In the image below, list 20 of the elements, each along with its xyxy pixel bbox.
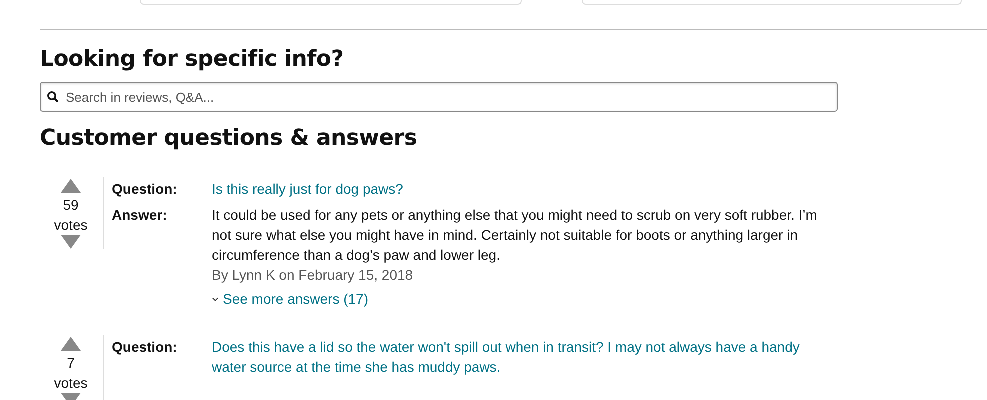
- vote-count: 7: [67, 354, 75, 373]
- section-heading: Looking for specific info?: [40, 46, 345, 74]
- see-more-answers-link[interactable]: See more answers (17): [212, 289, 369, 309]
- upvote-icon[interactable]: [61, 179, 81, 193]
- question-link[interactable]: Does this have a lid so the water won't spill out when in transit? I may not always have a handy water source at the time she has muddy paws.: [212, 337, 812, 377]
- question-label: Question:: [112, 338, 178, 357]
- chevron-icon: [212, 296, 219, 302]
- section-heading: Customer questions & answers: [40, 125, 418, 153]
- question-link[interactable]: Is this really just for dog paws?: [212, 179, 812, 199]
- search-field[interactable]: Search in reviews, Q&A...: [40, 82, 838, 112]
- votes-label: votes: [54, 216, 88, 235]
- question-label: Question:: [112, 180, 178, 199]
- search-icon: [47, 91, 59, 103]
- downvote-icon[interactable]: [61, 235, 81, 249]
- upvote-icon[interactable]: [61, 337, 81, 351]
- vote-count: 59: [63, 196, 79, 215]
- votes-label: votes: [54, 374, 88, 393]
- answer-text: It could be used for any pets or anything else that you might need to scrub on very soft rubber. I’m not sure what else you might have in mind. Certainly not suitable for boots or anything larger in circumference than a dog’s paw and lower leg.: [212, 206, 818, 265]
- answer-label: Answer:: [112, 206, 168, 225]
- answer-byline: By Lynn K on February 15, 2018: [212, 266, 414, 285]
